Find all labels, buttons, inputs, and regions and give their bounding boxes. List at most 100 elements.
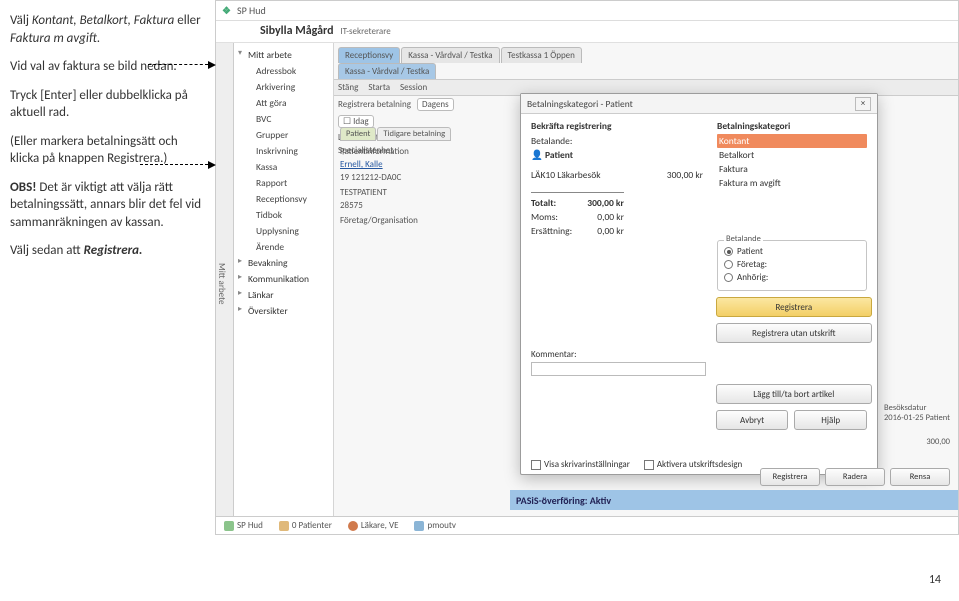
tab-tidigare[interactable]: Tidigare betalning	[377, 127, 451, 141]
arrow-icon	[148, 64, 208, 65]
panel-row: 28575	[340, 199, 504, 212]
subtab[interactable]: Kassa - Vårdval / Testka	[338, 63, 436, 79]
sidebar-item[interactable]: BVC	[234, 111, 333, 127]
betalande-group: Betalande PatientFöretag:Anhörig:	[717, 240, 867, 291]
panel-row: 19 121212-DA0C	[340, 171, 504, 184]
status-icon	[279, 521, 289, 531]
sidebar-item[interactable]: Rapport	[234, 175, 333, 191]
status-text: SP Hud	[237, 520, 263, 531]
category-item[interactable]: Betalkort	[717, 148, 867, 162]
totals: Totalt:300,00 krMoms:0,00 krErsättning:0…	[531, 192, 624, 238]
total-line: Ersättning:0,00 kr	[531, 224, 624, 238]
sidebar-item[interactable]: Mitt arbete	[234, 47, 333, 63]
workspace-footer-buttons: Registrera Radera Rensa	[760, 468, 950, 486]
sidebar-item[interactable]: Receptionsvy	[234, 191, 333, 207]
sidebar: Mitt arbeteAdressbokArkiveringAtt göraBV…	[234, 43, 334, 516]
status-icon	[348, 521, 358, 531]
pasis-status: PASiS-överföring: Aktiv	[510, 490, 958, 510]
status-text: 0 Patienter	[292, 520, 332, 531]
app-logo-icon: ❖	[222, 4, 231, 17]
tab[interactable]: Receptionsvy	[338, 47, 400, 63]
reg-label: Registrera betalning	[338, 99, 411, 110]
sidebar-item[interactable]: Kommunikation	[234, 271, 333, 287]
comment-label: Kommentar:	[531, 349, 577, 360]
panel-row: Patientinformation	[340, 145, 504, 158]
category-item[interactable]: Faktura	[717, 162, 867, 176]
status-text: pmoutv	[427, 520, 455, 531]
sidebar-item[interactable]: Upplysning	[234, 223, 333, 239]
tab[interactable]: Testkassa 1 Öppen	[501, 47, 582, 63]
patient-panel: Patient Tidigare betalning Patientinform…	[334, 125, 510, 488]
dialog-titlebar: Betalningskategori - Patient ×	[521, 94, 877, 114]
tab[interactable]: Kassa - Vårdval / Testka	[401, 47, 499, 63]
app-title: SP Hud	[237, 4, 266, 17]
workspace: ReceptionsvyKassa - Vårdval / TestkaTest…	[334, 43, 958, 516]
dialog-buttons-2: Lägg till/ta bort artikel Avbryt Hjälp	[716, 384, 867, 430]
total-line: Totalt:300,00 kr	[531, 196, 624, 210]
app-titlebar: ❖ SP Hud	[216, 1, 958, 21]
footer-button[interactable]: Radera	[825, 468, 885, 486]
betal-value: Patient	[545, 149, 573, 161]
group-legend: Betalande	[724, 234, 763, 244]
panel-row: Företag/Organisation	[340, 214, 504, 227]
category-item[interactable]: Faktura m avgift	[717, 176, 867, 190]
item-label: LÄK10 Läkarbesök	[531, 169, 601, 181]
sidebar-item[interactable]: Översikter	[234, 303, 333, 319]
register-button[interactable]: Registrera	[716, 297, 872, 317]
dagens-button[interactable]: Dagens	[417, 98, 454, 111]
screenshot-app: ❖ SP Hud Sibylla Mågård IT-sekreterare M…	[215, 0, 959, 535]
subtabs-row: Kassa - Vårdval / Testka	[334, 63, 958, 79]
sidebar-item[interactable]: Länkar	[234, 287, 333, 303]
sidebar-item[interactable]: Ärende	[234, 239, 333, 255]
item-value: 300,00 kr	[667, 169, 703, 181]
kat-heading: Betalningskategori	[717, 120, 867, 132]
category-list: KontantBetalkortFakturaFaktura m avgift	[717, 134, 867, 190]
register-noprint-button[interactable]: Registrera utan utskrift	[716, 323, 872, 343]
status-text: Läkare, VE	[361, 520, 399, 531]
betal-label: Betalande:	[531, 135, 572, 147]
sidebar-item[interactable]: Adressbok	[234, 63, 333, 79]
toolbar-item[interactable]: Session	[400, 82, 427, 93]
page-number: 14	[929, 573, 941, 587]
comment-field: Kommentar:	[531, 349, 706, 376]
cb-print-design[interactable]: Aktivera utskriftsdesign	[644, 459, 742, 470]
instruction-text: Välj Kontant, Betalkort, Faktura eller F…	[0, 0, 215, 535]
panel-row: Ernell, Kalle	[340, 158, 504, 171]
sidebar-item[interactable]: Kassa	[234, 159, 333, 175]
sidebar-item[interactable]: Inskrivning	[234, 143, 333, 159]
arrow-icon	[140, 164, 208, 165]
footer-button[interactable]: Rensa	[890, 468, 950, 486]
cancel-button[interactable]: Avbryt	[716, 410, 789, 430]
toolbar-item[interactable]: Starta	[368, 82, 390, 93]
dialog-buttons: Registrera Registrera utan utskrift	[716, 297, 867, 343]
toolbar-item[interactable]: Stäng	[338, 82, 358, 93]
sidebar-item[interactable]: Bevakning	[234, 255, 333, 271]
patient-header: Sibylla Mågård IT-sekreterare	[216, 21, 958, 43]
add-remove-button[interactable]: Lägg till/ta bort artikel	[716, 384, 872, 404]
patient-name: Sibylla Mågård	[260, 24, 334, 38]
help-button[interactable]: Hjälp	[794, 410, 867, 430]
side-strip: Mitt arbete	[216, 43, 234, 516]
radio-option[interactable]: Företag:	[724, 258, 860, 271]
radio-option[interactable]: Patient	[724, 245, 860, 258]
payment-dialog: Betalningskategori - Patient × Bekräfta …	[520, 93, 878, 475]
dialog-title: Betalningskategori - Patient	[527, 98, 633, 110]
comment-input[interactable]	[531, 362, 706, 376]
sidebar-item[interactable]: Arkivering	[234, 79, 333, 95]
tab-patient[interactable]: Patient	[340, 127, 376, 141]
total-line: Moms:0,00 kr	[531, 210, 624, 224]
tabs-row: ReceptionsvyKassa - Vårdval / TestkaTest…	[334, 43, 958, 63]
sidebar-item[interactable]: Att göra	[234, 95, 333, 111]
dialog-heading: Bekräfta registrering	[531, 120, 703, 132]
footer-button[interactable]: Registrera	[760, 468, 820, 486]
patient-panel-tabs: Patient Tidigare betalning	[340, 127, 504, 141]
panel-row: TESTPATIENT	[340, 186, 504, 199]
sidebar-item[interactable]: Tidbok	[234, 207, 333, 223]
cb-print-settings[interactable]: Visa skrivarinställningar	[531, 459, 630, 470]
visit-info: Besöksdatur 2016-01-25 Patient 300,00	[884, 403, 950, 447]
sidebar-item[interactable]: Grupper	[234, 127, 333, 143]
status-icon	[224, 521, 234, 531]
category-item[interactable]: Kontant	[717, 134, 867, 148]
radio-option[interactable]: Anhörig:	[724, 271, 860, 284]
close-icon[interactable]: ×	[855, 97, 871, 111]
